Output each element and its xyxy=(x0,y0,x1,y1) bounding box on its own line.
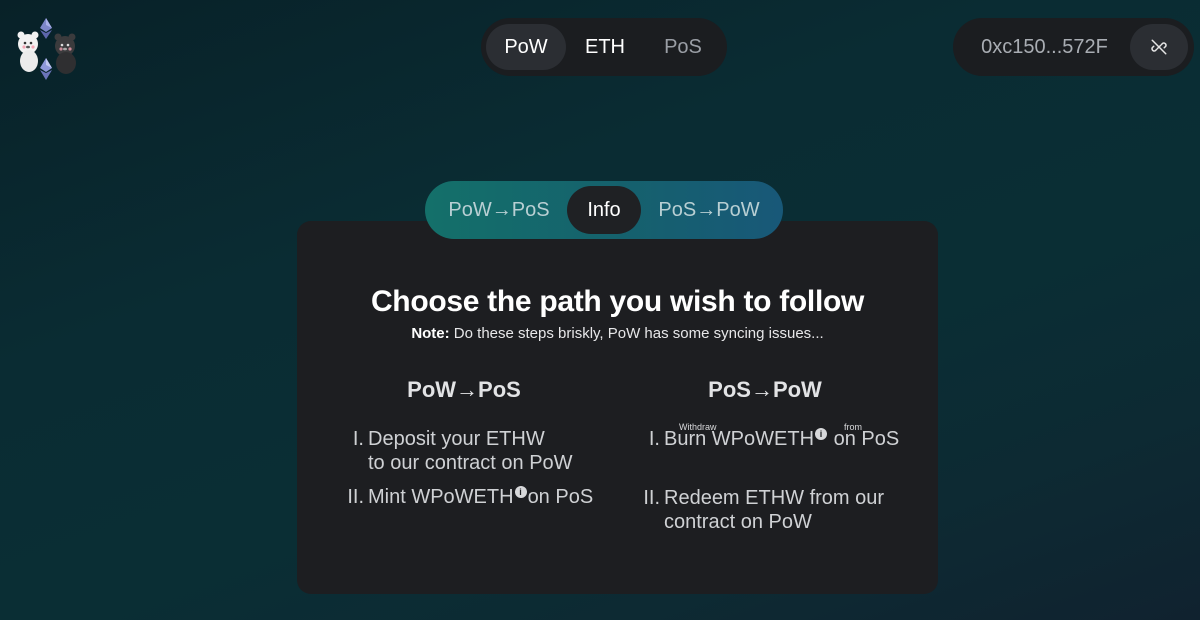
step-text-line1: Mint WPoWETH i on PoS xyxy=(368,485,593,509)
tab-info[interactable]: Info xyxy=(567,186,641,234)
info-icon[interactable]: i xyxy=(815,428,828,441)
pow-to-pos-heading: PoW→PoS xyxy=(407,377,521,402)
step-number: I. xyxy=(648,428,660,450)
step-text-line2: contract on PoW xyxy=(664,511,812,533)
token-name: Burn WPoWETH xyxy=(664,428,815,450)
network-switch: PoW ETH PoS xyxy=(481,18,727,76)
chain-name: on PoS xyxy=(828,428,900,450)
pos-to-pow-heading: PoS→PoW xyxy=(708,377,822,402)
network-option-pow[interactable]: PoW xyxy=(486,24,566,70)
app-logo[interactable] xyxy=(12,16,82,82)
wallet-address[interactable]: 0xc150...572F xyxy=(953,36,1130,59)
chain-name: on PoS xyxy=(527,486,594,508)
unlink-icon xyxy=(1151,39,1167,55)
token-name: Mint WPoWETH xyxy=(368,486,514,508)
disconnect-wallet-button[interactable] xyxy=(1130,24,1188,70)
step-text-line1: Deposit your ETHW xyxy=(368,428,545,450)
tab-pow-to-pos[interactable]: PoW→PoS xyxy=(431,186,567,234)
wallet-connection: 0xc150...572F xyxy=(953,18,1194,76)
info-card: Choose the path you wish to follow Note:… xyxy=(297,221,938,594)
step-number: I. xyxy=(352,428,364,450)
step-text-line2: to our contract on PoW xyxy=(368,452,573,474)
tab-pos-to-pow[interactable]: PoS→PoW xyxy=(641,186,777,234)
network-option-pos[interactable]: PoS xyxy=(644,24,722,70)
bridge-tabs: PoW→PoS Info PoS→PoW xyxy=(425,181,783,239)
info-icon[interactable]: i xyxy=(514,486,527,499)
note-label: Note: xyxy=(411,325,450,342)
network-option-eth[interactable]: ETH xyxy=(566,24,644,70)
step-number: II. xyxy=(347,486,364,508)
note-text: Do these steps briskly, PoW has some syn… xyxy=(449,325,824,342)
info-note: Note: Do these steps briskly, PoW has so… xyxy=(297,325,938,342)
info-title: Choose the path you wish to follow xyxy=(370,285,865,318)
bear-mascots-icon xyxy=(17,18,76,80)
step-number: II. xyxy=(643,487,660,509)
step-text-line1: Redeem ETHW from our xyxy=(664,487,885,509)
step-text-line1: Burn WPoWETH i on PoS xyxy=(664,427,899,451)
